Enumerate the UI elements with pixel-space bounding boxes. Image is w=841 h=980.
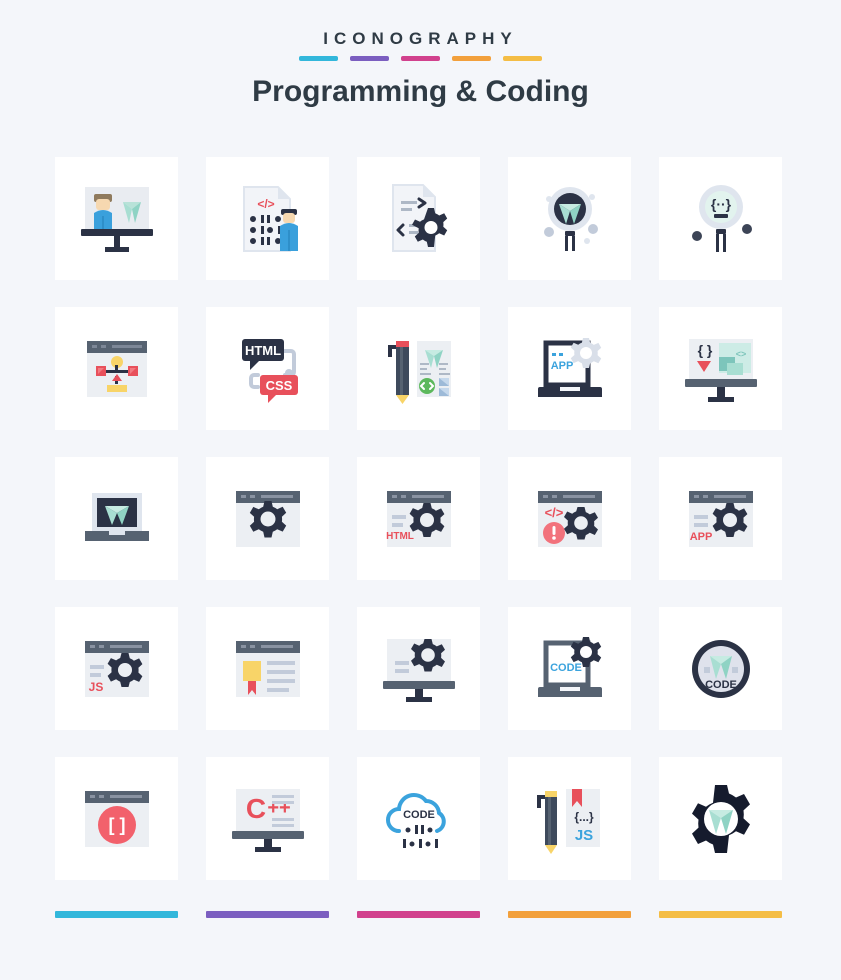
browser-html-gear-icon: HTML: [386, 490, 451, 547]
svg-text:{...}: {...}: [574, 810, 594, 824]
icon-card-magnifier-diamond[interactable]: [508, 157, 631, 280]
icon-card-gear-diamond[interactable]: [659, 757, 782, 880]
monitor-gear-icon: [382, 638, 455, 702]
icon-card-document-gear[interactable]: [357, 157, 480, 280]
svg-text:<>: <>: [735, 349, 746, 359]
icon-card-laptop-diamond[interactable]: [55, 457, 178, 580]
browser-gear-icon: [235, 490, 300, 547]
code-document-developer-icon: </>: [242, 185, 298, 252]
svg-text:JS: JS: [88, 680, 103, 694]
icon-card-browser-gear[interactable]: [206, 457, 329, 580]
footer-bar-orange: [508, 911, 631, 918]
icon-grid: </> {··} HTML CSS APP {} <> HTML </> AP…: [55, 157, 782, 880]
svg-text:C: C: [245, 793, 265, 824]
svg-text:</>: </>: [257, 197, 274, 211]
footer-bar-pink: [357, 911, 480, 918]
header-swatch-gold: [503, 56, 542, 61]
badge-diamond-code-icon: CODE: [691, 639, 750, 698]
browser-js-gear-icon: JS: [84, 640, 149, 697]
eyebrow-text: ICONOGRAPHY: [323, 29, 518, 48]
monitor-cpp-icon: C ++: [231, 788, 304, 852]
svg-text:APP: APP: [689, 531, 712, 543]
icon-card-browser-code-error-gear[interactable]: </>: [508, 457, 631, 580]
header-swatch-orange: [452, 56, 491, 61]
magnifier-diamond-icon: [543, 186, 598, 251]
svg-text:CODE: CODE: [705, 679, 737, 691]
svg-text:APP: APP: [550, 360, 573, 372]
svg-text:CSS: CSS: [265, 378, 292, 393]
browser-app-gear-icon: APP: [688, 490, 753, 547]
icon-card-browser-certificate[interactable]: [206, 607, 329, 730]
header-swatch-purple: [350, 56, 389, 61]
footer-swatch-row: [55, 911, 782, 918]
icon-card-code-document-developer[interactable]: </>: [206, 157, 329, 280]
icon-card-presentation-diamond[interactable]: [55, 157, 178, 280]
icon-pack-page: ICONOGRAPHY Programming & Coding </> {··…: [0, 0, 841, 980]
laptop-diamond-icon: [84, 492, 149, 541]
document-gear-icon: [391, 183, 447, 252]
icon-card-pen-design-document[interactable]: [357, 307, 480, 430]
pen-design-document-icon: [387, 340, 451, 404]
icon-card-browser-html-gear[interactable]: HTML: [357, 457, 480, 580]
page-title: Programming & Coding: [252, 75, 589, 108]
pen-js-document-icon: {...} JS: [536, 788, 600, 854]
footer-bar-purple: [206, 911, 329, 918]
svg-text:</>: </>: [544, 505, 563, 520]
laptop-code-gear-icon: CODE: [537, 636, 602, 697]
header-swatch-row: [0, 56, 841, 61]
icon-card-html-css-bubbles[interactable]: HTML CSS: [206, 307, 329, 430]
icon-card-badge-diamond-code[interactable]: CODE: [659, 607, 782, 730]
monitor-code-brackets-icon: { } <>: [684, 338, 757, 402]
cloud-code-icon: CODE: [385, 792, 446, 848]
icon-card-pen-js-document[interactable]: {...} JS: [508, 757, 631, 880]
browser-flowchart-icon: [86, 340, 147, 397]
magnifier-code-face-icon: {··}: [691, 184, 752, 252]
browser-code-error-gear-icon: </>: [537, 490, 602, 547]
header-swatch-cyan: [299, 56, 338, 61]
svg-text:++: ++: [267, 797, 290, 819]
svg-text:HTML: HTML: [244, 343, 280, 358]
svg-text:[ ]: [ ]: [108, 815, 125, 835]
svg-text:CODE: CODE: [550, 662, 582, 674]
svg-text:HTML: HTML: [386, 531, 414, 542]
icon-card-browser-js-gear[interactable]: JS: [55, 607, 178, 730]
presentation-diamond-icon: [80, 186, 153, 252]
footer-bar-gold: [659, 911, 782, 918]
svg-text:{ }: { }: [697, 342, 712, 358]
laptop-app-gear-icon: APP: [537, 337, 602, 397]
icon-card-magnifier-code-face[interactable]: {··}: [659, 157, 782, 280]
gear-diamond-icon: [691, 784, 750, 853]
icon-card-laptop-app-gear[interactable]: APP: [508, 307, 631, 430]
icon-card-browser-app-gear[interactable]: APP: [659, 457, 782, 580]
browser-brackets-circle-icon: [ ]: [84, 790, 149, 847]
icon-card-monitor-code-brackets[interactable]: { } <>: [659, 307, 782, 430]
header-swatch-pink: [401, 56, 440, 61]
svg-text:{··}: {··}: [710, 196, 731, 212]
html-css-bubbles-icon: HTML CSS: [241, 338, 298, 403]
icon-card-browser-brackets-circle[interactable]: [ ]: [55, 757, 178, 880]
svg-text:JS: JS: [574, 827, 592, 844]
browser-certificate-icon: [235, 640, 300, 697]
svg-text:CODE: CODE: [403, 809, 435, 821]
footer-bar-cyan: [55, 911, 178, 918]
icon-card-browser-flowchart[interactable]: [55, 307, 178, 430]
header: ICONOGRAPHY Programming & Coding: [0, 0, 841, 108]
icon-card-monitor-gear[interactable]: [357, 607, 480, 730]
icon-card-laptop-code-gear[interactable]: CODE: [508, 607, 631, 730]
icon-card-cloud-code[interactable]: CODE: [357, 757, 480, 880]
icon-card-monitor-cpp[interactable]: C ++: [206, 757, 329, 880]
